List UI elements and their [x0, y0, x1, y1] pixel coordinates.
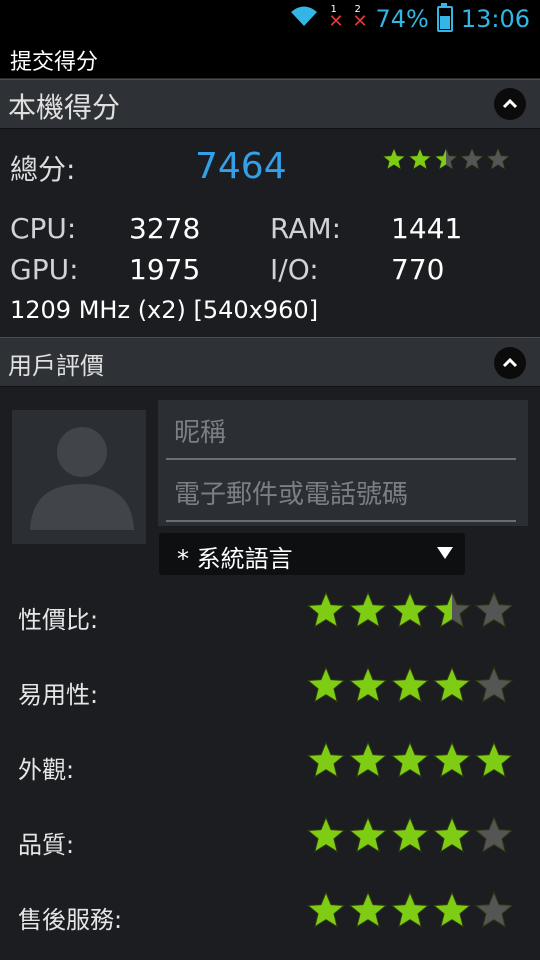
rating-label: 品質: — [18, 831, 75, 859]
app-bar: 提交得分 — [0, 38, 540, 80]
star-icon[interactable] — [348, 665, 388, 705]
rating-row: 性價比: — [0, 590, 540, 640]
total-score-rating — [382, 147, 510, 171]
collapse-user-review-button[interactable] — [494, 347, 526, 379]
total-score-label: 總分: — [10, 153, 76, 186]
star-icon[interactable] — [348, 890, 388, 930]
collapse-my-score-button[interactable] — [494, 88, 526, 120]
language-select-value: * 系統語言 — [177, 545, 293, 573]
page-title: 提交得分 — [10, 50, 99, 75]
star-icon[interactable] — [306, 665, 346, 705]
battery-icon — [436, 3, 453, 32]
ram-value: 1441 — [391, 212, 463, 245]
star-icon[interactable] — [460, 147, 484, 171]
contact-input[interactable] — [166, 470, 516, 520]
star-icon[interactable] — [382, 147, 406, 171]
contact-field-wrapper — [166, 470, 516, 522]
rating-label: 性價比: — [18, 606, 99, 634]
star-icon[interactable] — [306, 590, 346, 630]
status-bar: 1 ✕ 2 ✕ 74% 13:06 — [0, 0, 540, 38]
star-icon[interactable] — [474, 815, 514, 855]
star-icon[interactable] — [348, 815, 388, 855]
rating-stars[interactable] — [306, 815, 514, 855]
user-review-header-label: 用戶評價 — [8, 352, 104, 380]
star-icon[interactable] — [432, 665, 472, 705]
rating-row: 售後服務: — [0, 890, 540, 940]
rating-label: 售後服務: — [18, 906, 123, 934]
rating-row: 外觀: — [0, 740, 540, 790]
avatar-placeholder[interactable] — [12, 410, 146, 544]
dropdown-arrow-icon — [437, 547, 453, 559]
star-icon[interactable] — [306, 815, 346, 855]
rating-label: 外觀: — [18, 756, 75, 784]
total-score-value: 7464 — [195, 146, 287, 187]
io-label: I/O: — [270, 253, 319, 286]
star-icon[interactable] — [432, 815, 472, 855]
star-icon[interactable] — [390, 890, 430, 930]
star-icon[interactable] — [306, 890, 346, 930]
star-icon[interactable] — [474, 590, 514, 630]
star-icon[interactable] — [474, 740, 514, 780]
person-icon — [30, 427, 134, 530]
star-icon[interactable] — [306, 740, 346, 780]
nickname-field-wrapper — [166, 408, 516, 460]
star-icon[interactable] — [390, 740, 430, 780]
battery-percent: 74% — [375, 5, 429, 33]
cpu-label: CPU: — [10, 212, 77, 245]
star-icon[interactable] — [390, 665, 430, 705]
nickname-input[interactable] — [166, 408, 516, 458]
star-icon[interactable] — [390, 815, 430, 855]
gpu-value: 1975 — [129, 253, 201, 286]
sim2-no-signal-icon: 2 ✕ — [352, 4, 368, 32]
rating-stars[interactable] — [306, 890, 514, 930]
star-icon[interactable] — [432, 890, 472, 930]
language-select[interactable]: * 系統語言 — [159, 533, 465, 575]
rating-row: 易用性: — [0, 665, 540, 715]
gpu-label: GPU: — [10, 253, 79, 286]
rating-row: 品質: — [0, 815, 540, 865]
rating-label: 易用性: — [18, 681, 99, 709]
star-icon[interactable] — [390, 590, 430, 630]
sim1-no-signal-icon: 1 ✕ — [328, 4, 344, 32]
cpu-value: 3278 — [129, 212, 201, 245]
star-icon[interactable] — [474, 890, 514, 930]
rating-stars[interactable] — [306, 590, 514, 630]
my-score-header-label: 本機得分 — [8, 91, 121, 124]
ram-label: RAM: — [270, 212, 342, 245]
rating-stars[interactable] — [306, 740, 514, 780]
user-review-header[interactable]: 用戶評價 — [0, 337, 540, 387]
my-score-header[interactable]: 本機得分 — [0, 79, 540, 129]
chevron-up-icon — [502, 98, 518, 109]
io-value: 770 — [391, 253, 445, 286]
rating-stars[interactable] — [306, 665, 514, 705]
star-icon[interactable] — [348, 590, 388, 630]
star-icon[interactable] — [486, 147, 510, 171]
device-info: 1209 MHz (x2) [540x960] — [10, 296, 319, 324]
star-icon[interactable] — [408, 147, 432, 171]
star-icon[interactable] — [434, 147, 458, 171]
star-icon[interactable] — [432, 590, 472, 630]
star-icon[interactable] — [348, 740, 388, 780]
clock: 13:06 — [460, 5, 530, 33]
review-form-box — [158, 400, 528, 526]
star-icon[interactable] — [432, 740, 472, 780]
chevron-up-icon — [502, 357, 518, 368]
wifi-icon — [289, 4, 319, 34]
star-icon[interactable] — [474, 665, 514, 705]
